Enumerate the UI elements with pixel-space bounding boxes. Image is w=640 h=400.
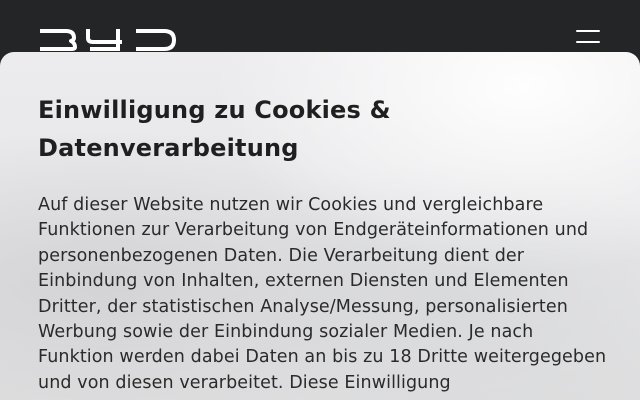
- cookie-consent-modal: Einwilligung zu Cookies & Datenverarbeit…: [0, 52, 640, 400]
- byd-logo[interactable]: [40, 28, 176, 52]
- cookie-consent-text: Auf dieser Website nutzen wir Cookies un…: [38, 195, 607, 393]
- cookie-consent-title: Einwilligung zu Cookies & Datenverarbeit…: [38, 96, 391, 162]
- cookie-consent-content: Einwilligung zu Cookies & Datenverarbeit…: [38, 91, 608, 396]
- hamburger-menu-button[interactable]: [575, 30, 601, 54]
- byd-page: Einwilligung zu Cookies & Datenverarbeit…: [0, 0, 640, 400]
- hamburger-menu-icon: [576, 41, 600, 43]
- hamburger-menu-icon: [576, 30, 600, 32]
